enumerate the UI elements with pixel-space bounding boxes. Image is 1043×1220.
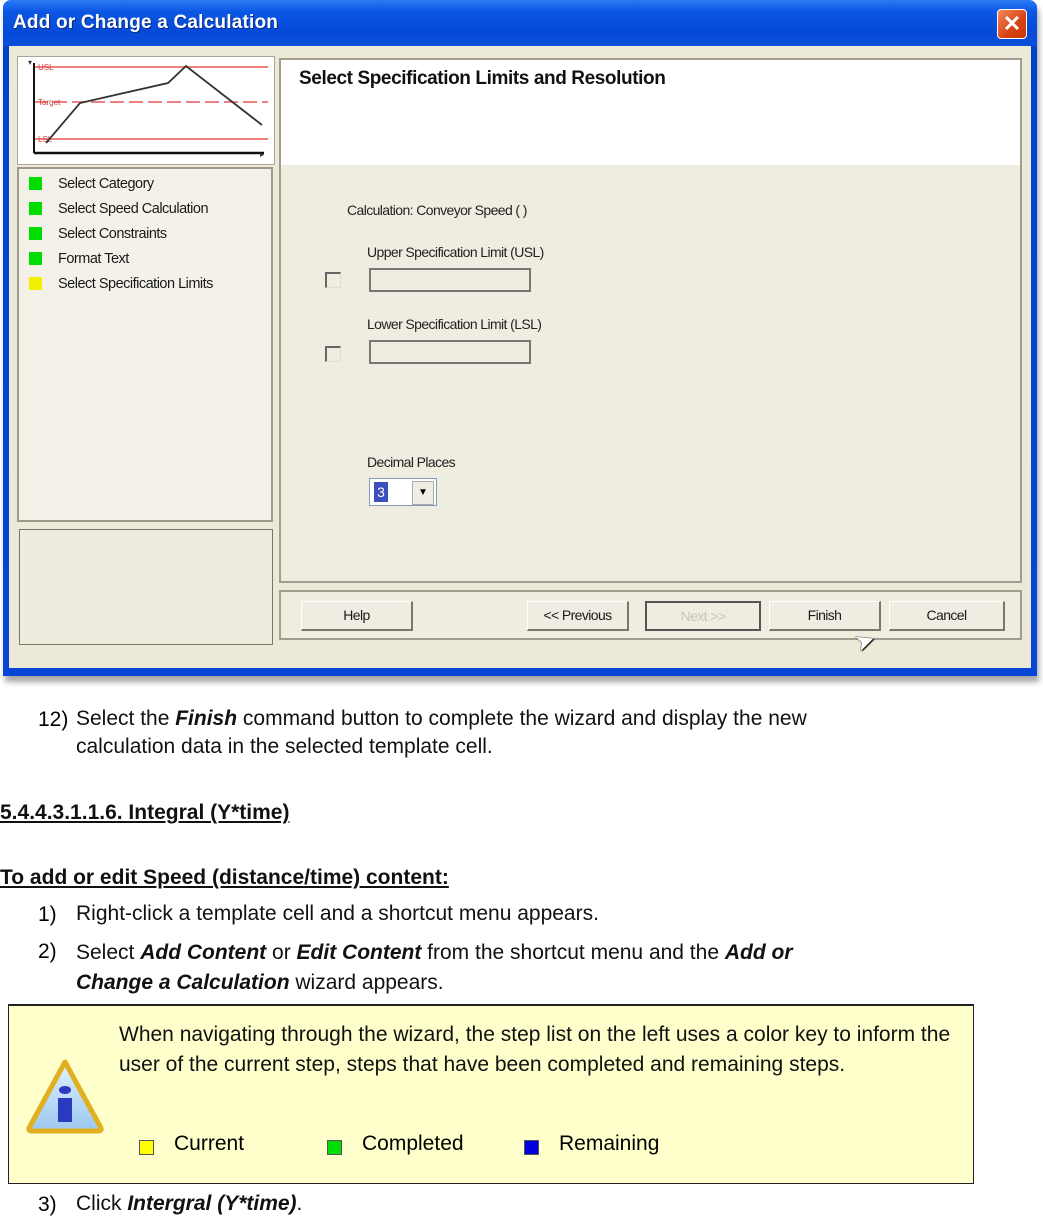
procedure-heading: To add or edit Speed (distance/time) con…: [0, 866, 449, 889]
wizard-name-emphasis: Add or: [724, 941, 793, 964]
dropdown-arrow-icon[interactable]: ▼: [412, 481, 434, 505]
note-text: When navigating through the wizard, the …: [119, 1023, 951, 1076]
legend-label: Current: [174, 1132, 245, 1155]
close-button[interactable]: ✕: [997, 9, 1027, 39]
step-item: Format Text: [19, 246, 271, 271]
wizard-window: Add or Change a Calculation ✕ ▾ ▸ USL Ta…: [3, 0, 1037, 676]
decimal-places-select[interactable]: 3 ▼: [369, 478, 437, 506]
wizard-client-area: ▾ ▸ USL Target LSL Select Category Select…: [9, 46, 1031, 668]
step-item: Select Specification Limits: [19, 271, 271, 296]
y-axis-arrow: ▾: [28, 58, 32, 67]
text-run: wizard appears.: [289, 971, 444, 994]
legend-label: Completed: [362, 1132, 464, 1155]
finish-emphasis: Finish: [175, 707, 238, 730]
usl-input[interactable]: [369, 268, 531, 292]
legend-swatch-icon: [524, 1139, 539, 1155]
legend-item: Current: [139, 1132, 244, 1156]
step-list-panel: Select Category Select Speed Calculation S…: [17, 167, 273, 522]
usl-label: Upper Specification Limit (USL): [367, 244, 544, 260]
section-heading: 5.4.4.3.1.1.6. Integral (Y*time): [0, 801, 290, 824]
step-label: Select Category: [58, 175, 154, 192]
x-axis-arrow: ▸: [260, 150, 264, 159]
step-item: Select Category: [19, 171, 271, 196]
page-title: Select Specification Limits and Resoluti…: [299, 68, 666, 89]
step-12-text-b: command button to complete the wizard an…: [237, 707, 807, 730]
step-label: Select Specification Limits: [58, 275, 213, 292]
step-1-text: Right-click a template cell and a shortc…: [76, 902, 599, 925]
text-run: Select: [76, 941, 141, 964]
step-status-icon: [29, 277, 42, 290]
title-bar[interactable]: Add or Change a Calculation ✕: [3, 0, 1037, 46]
edit-content-emphasis: Edit Content: [296, 941, 422, 964]
step-status-icon: [29, 202, 42, 215]
legend-swatch-icon: [139, 1139, 154, 1155]
step-label: Format Text: [58, 250, 129, 267]
integral-emphasis: Intergral (Y*time): [127, 1192, 297, 1215]
window-title: Add or Change a Calculation: [13, 12, 279, 33]
main-header: Select Specification Limits and Resoluti…: [281, 60, 1020, 165]
lsl-input[interactable]: [369, 340, 531, 364]
step-number: 1): [38, 903, 57, 926]
target-label: Target: [38, 98, 61, 107]
step-status-icon: [29, 252, 42, 265]
legend-swatch-icon: [327, 1139, 342, 1155]
info-icon: [26, 1059, 104, 1134]
lsl-checkbox[interactable]: [325, 346, 341, 362]
button-bar: Help << Previous Next >> Finish Cancel ➤: [279, 590, 1022, 658]
step-list: Select Category Select Speed Calculation S…: [19, 169, 271, 296]
step-12-text-a: Select the: [76, 707, 176, 730]
decimal-places-label: Decimal Places: [367, 454, 456, 470]
text-run: from the shortcut menu and the: [421, 941, 725, 964]
usl-label: USL: [38, 63, 54, 72]
help-button[interactable]: Help: [301, 601, 413, 631]
main-panel: Select Specification Limits and Resoluti…: [279, 58, 1022, 583]
cancel-button[interactable]: Cancel: [889, 601, 1005, 631]
text-run: Click: [76, 1192, 128, 1215]
step-2-text: Select Add Content or Edit Content from …: [76, 938, 956, 998]
legend-label: Remaining: [559, 1132, 660, 1155]
text-run: .: [296, 1192, 303, 1215]
previous-button[interactable]: << Previous: [527, 601, 629, 631]
step-label: Select Speed Calculation: [58, 200, 209, 217]
text-run: or: [266, 941, 297, 964]
legend-item: Remaining: [524, 1132, 659, 1156]
step-number: 3): [38, 1193, 57, 1216]
step-item: Select Speed Calculation: [19, 196, 271, 221]
info-panel: [19, 529, 273, 645]
step-status-icon: [29, 227, 42, 240]
step-3-text: Click Intergral (Y*time).: [76, 1190, 302, 1218]
close-icon: ✕: [1002, 11, 1022, 36]
preview-chart-svg: ▾ ▸ USL Target LSL: [28, 58, 268, 159]
step-12-text: Select the Finish command button to comp…: [76, 705, 976, 761]
wizard-name-emphasis: Change a Calculation: [76, 971, 290, 994]
calculation-label: Calculation: Conveyor Speed ( ): [347, 202, 527, 218]
lsl-label: Lower Specification Limit (LSL): [367, 316, 542, 332]
step-number: 2): [38, 940, 57, 963]
add-content-emphasis: Add Content: [140, 941, 267, 964]
step-number: 12): [38, 708, 69, 731]
legend-item: Completed: [327, 1132, 464, 1156]
step-12-text-c: calculation data in the selected templat…: [76, 735, 493, 758]
usl-checkbox[interactable]: [325, 272, 341, 288]
preview-chart: ▾ ▸ USL Target LSL: [17, 56, 275, 165]
step-status-icon: [29, 177, 42, 190]
decimal-places-value: 3: [374, 482, 388, 502]
process-line: [45, 64, 263, 144]
note-box: When navigating through the wizard, the …: [8, 1004, 974, 1184]
step-label: Select Constraints: [58, 225, 167, 242]
step-item: Select Constraints: [19, 221, 271, 246]
next-button[interactable]: Next >>: [645, 601, 761, 631]
